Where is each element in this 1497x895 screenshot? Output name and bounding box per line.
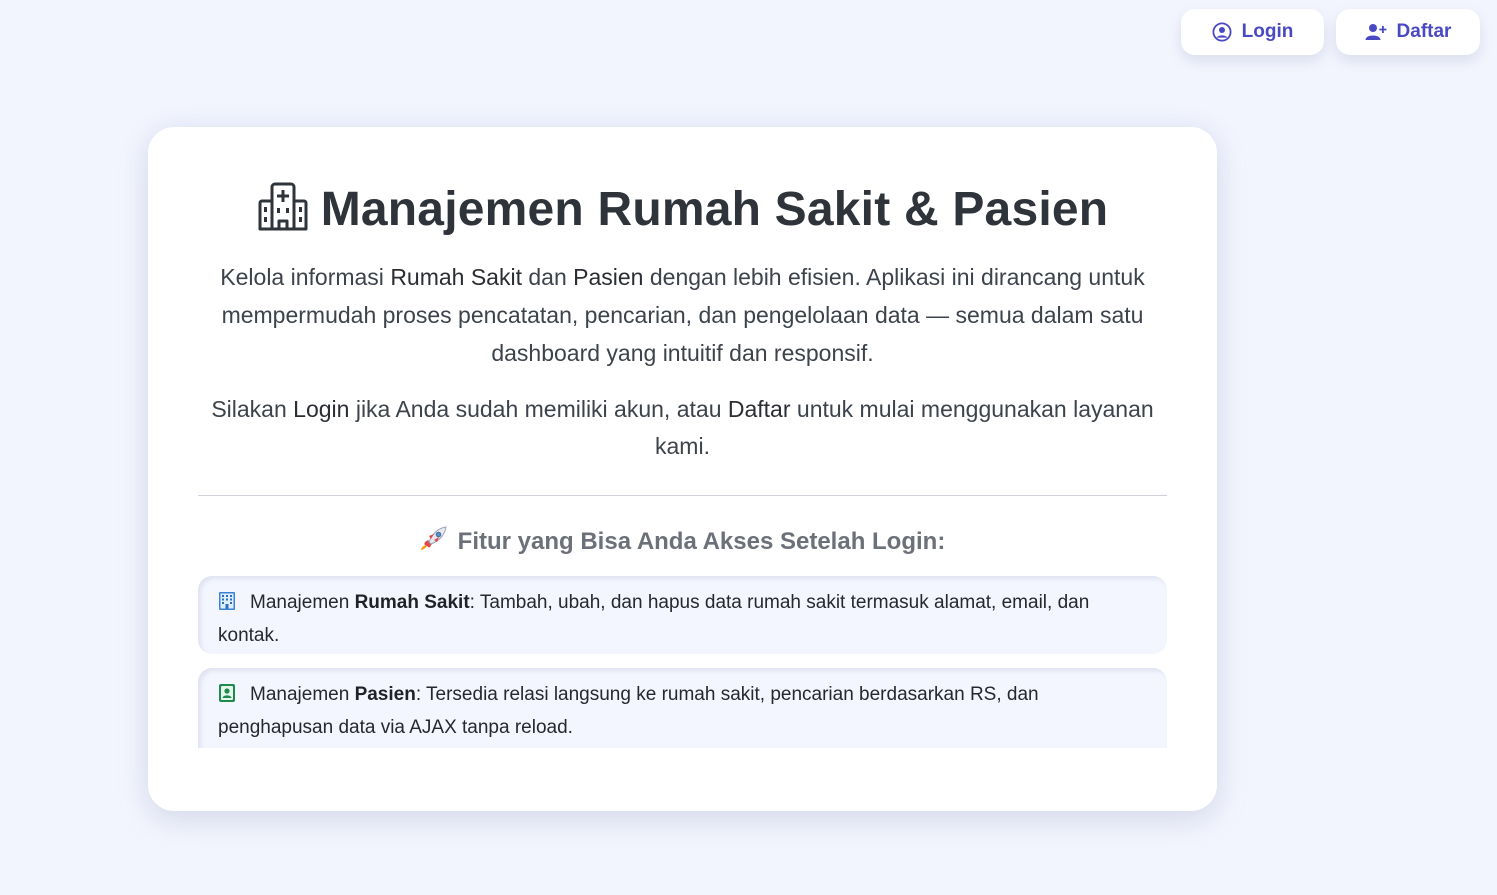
login-button-label: Login — [1241, 21, 1294, 42]
top-nav: Login Daftar — [1181, 9, 1480, 55]
features-heading: Fitur yang Bisa Anda Akses Setelah Login… — [148, 525, 1217, 558]
user-plus-icon — [1365, 23, 1387, 41]
hospital-icon — [257, 181, 309, 238]
register-button[interactable]: Daftar — [1336, 9, 1480, 55]
intro-paragraph: Kelola informasi Rumah Sakit dan Pasien … — [198, 258, 1167, 372]
feature-item-rumah-sakit: Manajemen Rumah Sakit: Tambah, ubah, dan… — [198, 576, 1167, 654]
feature-prefix: Manajemen — [250, 592, 355, 613]
register-button-label: Daftar — [1396, 21, 1452, 42]
divider — [198, 495, 1167, 496]
feature-bold: Rumah Sakit — [354, 592, 470, 613]
login-button[interactable]: Login — [1181, 9, 1324, 55]
cta-text-1: Silakan — [211, 396, 294, 422]
feature-item-pasien: Manajemen Pasien: Tersedia relasi langsu… — [198, 668, 1167, 748]
cta-paragraph: Silakan Login jika Anda sudah memiliki a… — [198, 391, 1167, 465]
cta-bold-daftar: Daftar — [727, 396, 791, 422]
intro-bold-rumah-sakit: Rumah Sakit — [390, 264, 522, 290]
building-icon — [218, 591, 236, 621]
page-title-row: Manajemen Rumah Sakit & Pasien — [148, 181, 1217, 238]
cta-bold-login: Login — [293, 396, 350, 422]
features-heading-text: Fitur yang Bisa Anda Akses Setelah Login… — [457, 527, 946, 555]
cta-text-2: jika Anda sudah memiliki akun, atau — [349, 396, 728, 422]
intro-text-2: dan — [521, 264, 574, 290]
user-circle-icon — [1212, 22, 1232, 42]
id-badge-icon — [218, 683, 236, 713]
intro-text-1: Kelola informasi — [220, 264, 391, 290]
feature-prefix: Manajemen — [250, 684, 355, 705]
feature-bold: Pasien — [354, 684, 416, 705]
rocket-icon — [420, 525, 448, 558]
page-title: Manajemen Rumah Sakit & Pasien — [320, 183, 1109, 236]
intro-bold-pasien: Pasien — [573, 264, 644, 290]
welcome-card: Manajemen Rumah Sakit & Pasien Kelola in… — [148, 127, 1217, 811]
